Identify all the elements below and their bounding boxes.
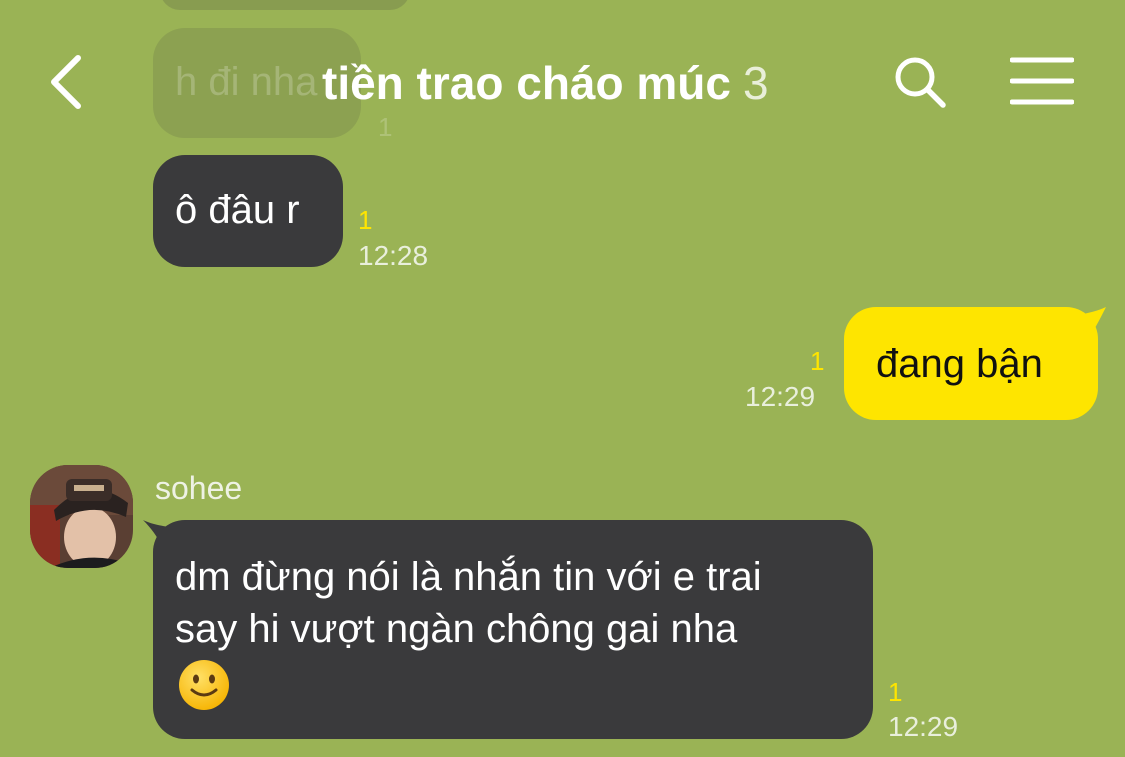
chat-title: tiền trao cháo múc 3 [322, 56, 769, 110]
menu-button[interactable] [1009, 56, 1075, 106]
sender-avatar[interactable] [30, 465, 133, 568]
message-time: 12:29 [745, 381, 816, 412]
hamburger-menu-icon [1009, 57, 1075, 105]
member-count: 3 [742, 57, 769, 109]
back-button[interactable] [46, 52, 90, 112]
search-icon [895, 57, 946, 108]
message-time: 12:29 [888, 711, 959, 742]
unread-count: 1 [888, 677, 903, 707]
previous-message-bubble-edge [160, 0, 410, 10]
search-button[interactable] [892, 54, 948, 110]
message-text: đang bận [876, 342, 1043, 386]
incoming-message-bubble[interactable]: dm đừng nói là nhắn tin với e trai say h… [153, 520, 873, 739]
previous-message-unread-count: 1 [378, 112, 393, 142]
bubble-tail [1078, 307, 1106, 333]
previous-message-text: h đi nha [175, 60, 318, 104]
message-text-line: dm đừng nói là nhắn tin với e trai [175, 555, 762, 599]
outgoing-message-bubble[interactable]: đang bận [844, 307, 1098, 420]
message-text: ô đâu r [175, 188, 300, 232]
sender-name: sohee [155, 470, 243, 506]
unread-count: 1 [810, 346, 825, 376]
slightly-smiling-face-emoji [179, 660, 229, 710]
chat-name: tiền trao cháo múc [322, 57, 731, 109]
chevron-left-icon [51, 55, 81, 109]
unread-count: 1 [358, 205, 373, 235]
message-time: 12:28 [358, 240, 429, 271]
message-text-line: say hi vượt ngàn chông gai nha [175, 607, 738, 651]
incoming-message-bubble[interactable]: ô đâu r [153, 155, 343, 267]
avatar-image [30, 465, 133, 568]
